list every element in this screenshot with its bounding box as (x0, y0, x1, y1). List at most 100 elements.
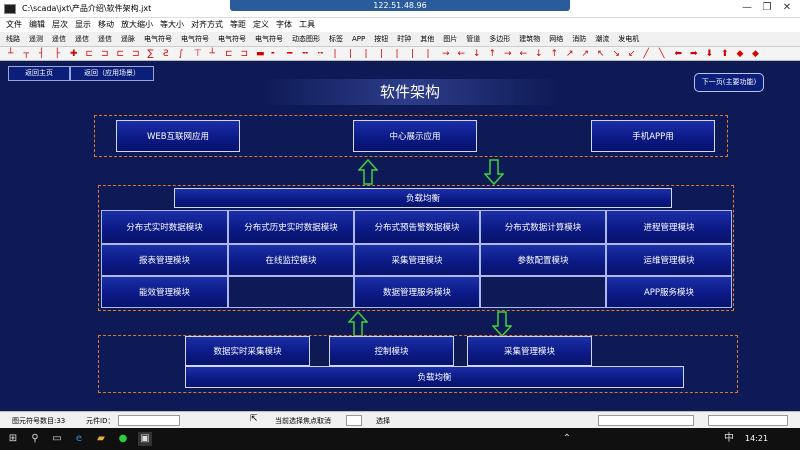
symbol-icon[interactable]: ✚ (70, 49, 78, 59)
component-tab[interactable]: 潮流 (595, 32, 609, 46)
component-tab[interactable]: 遥测 (29, 32, 43, 46)
component-tab[interactable]: 其他 (420, 32, 434, 46)
menu-item[interactable]: 工具 (299, 18, 315, 32)
component-tab[interactable]: 遥信 (52, 32, 66, 46)
component-tab[interactable]: 线路 (6, 32, 20, 46)
component-tab[interactable]: 时钟 (397, 32, 411, 46)
component-tab[interactable]: 标签 (329, 32, 343, 46)
symbol-icon[interactable]: ↗ (582, 49, 590, 59)
symbol-icon[interactable]: → (442, 49, 450, 59)
symbol-icon[interactable]: ↑ (551, 49, 559, 59)
symbol-icon[interactable]: ╲ (659, 49, 664, 59)
component-tab[interactable]: 图片 (443, 32, 457, 46)
menu-item[interactable]: 字体 (276, 18, 292, 32)
symbol-icon[interactable]: ⊐ (101, 49, 109, 59)
component-tab[interactable]: 消防 (572, 32, 586, 46)
browser-icon[interactable]: e (72, 432, 86, 446)
menu-item[interactable]: 定义 (253, 18, 269, 32)
symbol-icon[interactable]: ← (458, 49, 466, 59)
module-box[interactable]: 能效管理模块 (101, 276, 228, 308)
folder-icon[interactable]: ▰ (94, 432, 108, 446)
symbol-icon[interactable]: ⊐ (132, 49, 140, 59)
component-tab[interactable]: 电气符号 (181, 32, 209, 46)
module-box[interactable]: 参数配置模块 (480, 244, 606, 276)
component-tab[interactable]: 遥信 (75, 32, 89, 46)
module-box[interactable]: 运维管理模块 (606, 244, 732, 276)
symbol-icon[interactable]: ┴ (8, 49, 13, 59)
close-button[interactable]: ✕ (776, 2, 798, 13)
component-tab[interactable]: 管道 (466, 32, 480, 46)
control-box[interactable]: 控制模块 (329, 336, 454, 366)
menu-item[interactable]: 等大小 (160, 18, 184, 32)
component-tab[interactable]: 电气符号 (218, 32, 246, 46)
symbol-icon[interactable]: ⊏ (86, 49, 94, 59)
menu-item[interactable]: 编辑 (29, 18, 45, 32)
mobile-app-box[interactable]: 手机APP用 (591, 120, 715, 152)
symbol-icon[interactable]: ⬆ (721, 49, 729, 59)
component-tab[interactable]: 发电机 (618, 32, 639, 46)
menu-item[interactable]: 显示 (75, 18, 91, 32)
menu-item[interactable]: 层次 (52, 18, 68, 32)
symbol-icon[interactable]: ╍ (303, 49, 308, 59)
symbol-icon[interactable]: ↓ (535, 49, 543, 59)
start-icon[interactable]: ⊞ (6, 432, 20, 446)
symbol-icon[interactable]: ➡ (690, 49, 698, 59)
symbol-icon[interactable]: ▬ (256, 49, 265, 59)
realtime-acquisition-box[interactable]: 数据实时采集模块 (185, 336, 310, 366)
scenes-back-button[interactable]: 返回（应用场景） (70, 66, 154, 81)
symbol-icon[interactable]: ↙ (628, 49, 636, 59)
component-tab[interactable]: 多边形 (489, 32, 510, 46)
symbol-icon[interactable]: ⬅ (675, 49, 683, 59)
symbol-icon[interactable]: ╸ (272, 49, 277, 59)
acquisition-management-box[interactable]: 采集管理模块 (467, 336, 592, 366)
home-button[interactable]: 返回主页 (8, 66, 70, 81)
element-id-field[interactable] (118, 415, 180, 426)
load-balance-top[interactable]: 负载均衡 (174, 188, 672, 208)
menu-item[interactable]: 等距 (230, 18, 246, 32)
module-box[interactable]: 采集管理模块 (354, 244, 480, 276)
web-app-box[interactable]: WEB互联网应用 (116, 120, 240, 152)
search-icon[interactable]: ⚲ (28, 432, 42, 446)
menu-item[interactable]: 移动 (98, 18, 114, 32)
symbol-icon[interactable]: | (365, 49, 368, 59)
module-box[interactable]: 报表管理模块 (101, 244, 228, 276)
component-tab[interactable]: 网络 (549, 32, 563, 46)
remote-connection-bar[interactable]: 122.51.48.96 (230, 0, 570, 11)
symbol-icon[interactable]: ← (520, 49, 528, 59)
component-tab[interactable]: 电气符号 (255, 32, 283, 46)
symbol-icon[interactable]: ┬ (24, 49, 29, 59)
symbol-icon[interactable]: ┤ (39, 49, 44, 59)
symbol-icon[interactable]: ∑ (148, 49, 154, 59)
task-view-icon[interactable]: ▭ (50, 432, 64, 446)
symbol-icon[interactable]: ◆ (737, 49, 744, 59)
symbol-icon[interactable]: ∫ (179, 49, 184, 59)
app-green-icon[interactable]: ● (116, 432, 130, 446)
component-tab[interactable]: 建筑物 (519, 32, 540, 46)
component-tab[interactable]: 动态图形 (292, 32, 320, 46)
symbol-icon[interactable]: | (411, 49, 414, 59)
menu-item[interactable]: 放大缩小 (121, 18, 153, 32)
module-box[interactable]: 分布式预告警数据模块 (354, 210, 480, 244)
component-tab[interactable]: 遥信 (98, 32, 112, 46)
menu-item[interactable]: 对齐方式 (191, 18, 223, 32)
symbol-icon[interactable]: | (396, 49, 399, 59)
ime-indicator[interactable]: 中 (722, 432, 736, 446)
module-box[interactable]: APP服务模块 (606, 276, 732, 308)
center-display-box[interactable]: 中心展示应用 (353, 120, 477, 152)
symbol-icon[interactable]: | (380, 49, 383, 59)
symbol-icon[interactable]: ┴ (210, 49, 215, 59)
symbol-icon[interactable]: | (334, 49, 337, 59)
tray-icon[interactable]: ⌃ (560, 432, 574, 446)
load-balance-bottom[interactable]: 负载均衡 (185, 366, 684, 388)
symbol-icon[interactable]: ⊏ (225, 49, 233, 59)
symbol-icon[interactable]: ↑ (489, 49, 497, 59)
scada-app-icon[interactable]: ▣ (138, 432, 152, 446)
symbol-icon[interactable]: ⊏ (117, 49, 125, 59)
component-tab[interactable]: 电气符号 (144, 32, 172, 46)
symbol-icon[interactable]: | (427, 49, 430, 59)
symbol-icon[interactable]: Ƨ (163, 49, 169, 59)
restore-button[interactable]: ❐ (756, 2, 778, 13)
menu-item[interactable]: 文件 (6, 18, 22, 32)
module-box[interactable]: 进程管理模块 (606, 210, 732, 244)
module-box[interactable]: 在线监控模块 (228, 244, 354, 276)
